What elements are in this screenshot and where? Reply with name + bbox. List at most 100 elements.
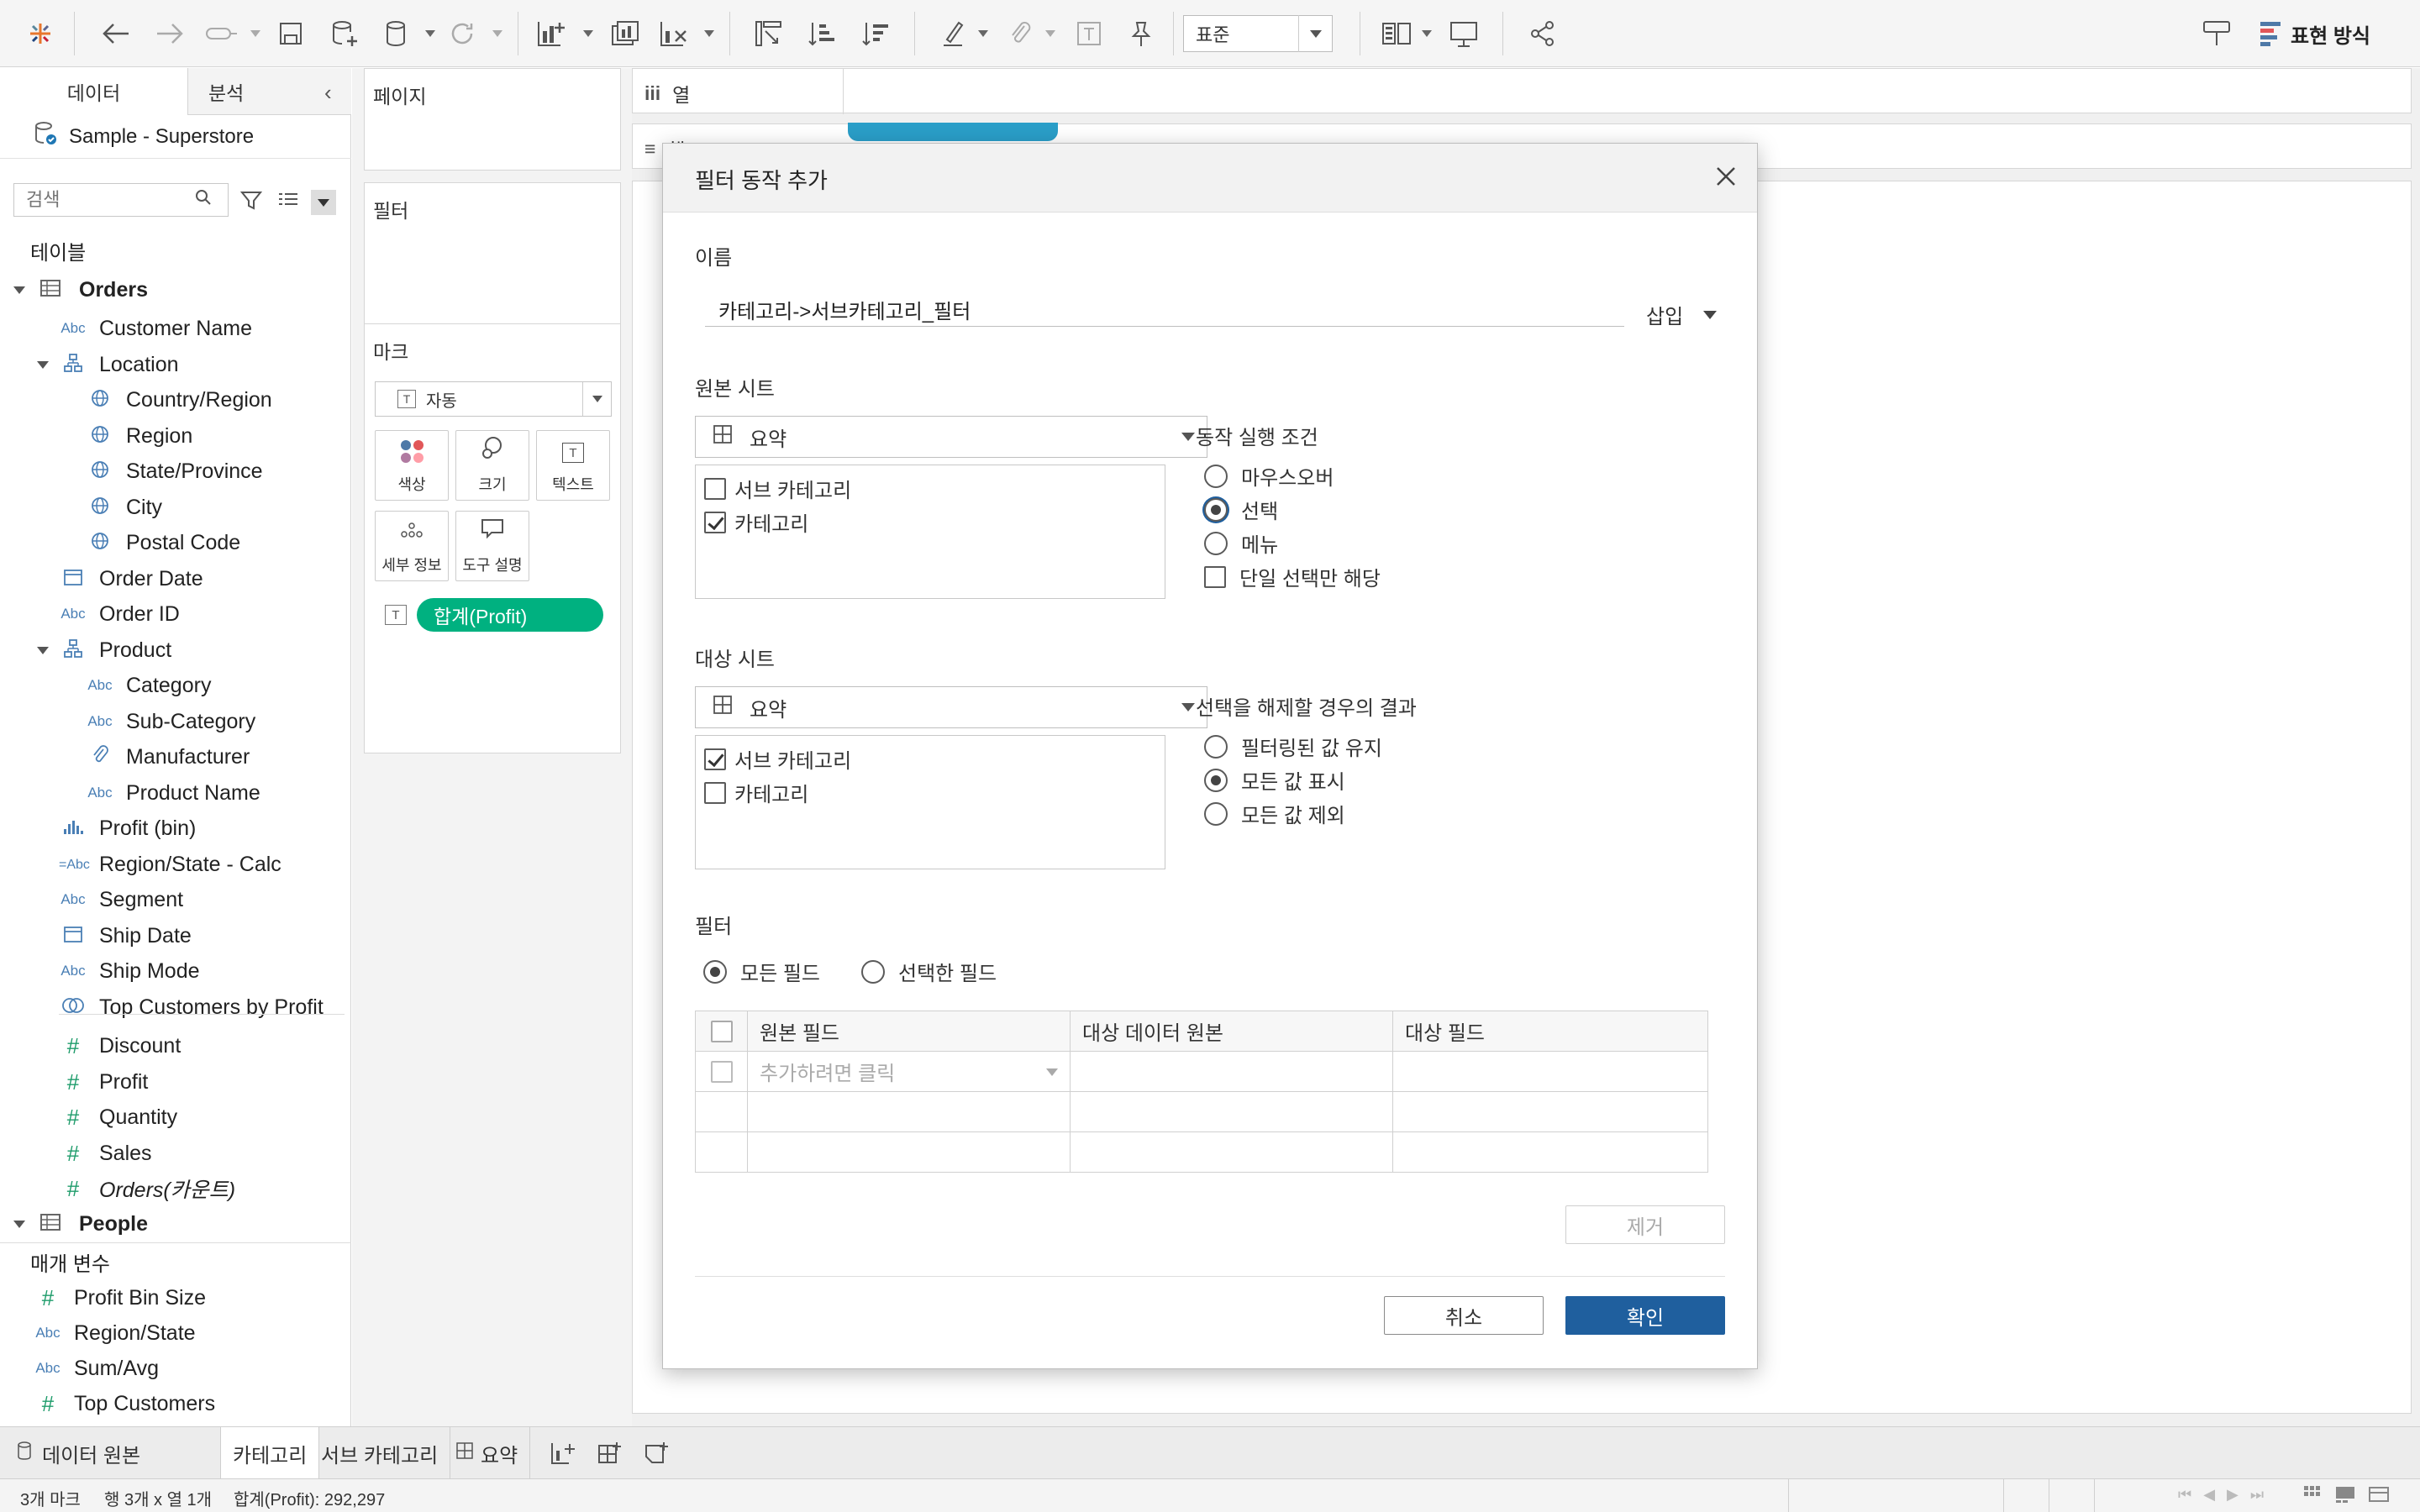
all-fields-radio[interactable]: [703, 959, 727, 984]
sheet-tab-summary[interactable]: 요약: [444, 1427, 531, 1479]
color-mark-button[interactable]: 색상: [375, 430, 449, 501]
detail-mark-button[interactable]: 세부 정보: [375, 511, 449, 581]
field-row[interactable]: Location: [37, 348, 179, 381]
field-row[interactable]: City: [86, 491, 162, 524]
undo-icon[interactable]: [99, 17, 133, 50]
source-sheet-category[interactable]: 카테고리: [704, 507, 808, 537]
field-row[interactable]: # Quantity: [59, 1100, 177, 1134]
parameter-row[interactable]: # Profit Bin Size: [34, 1281, 206, 1315]
field-row[interactable]: Abc Category: [86, 669, 211, 702]
new-story-tab-icon[interactable]: [632, 1427, 682, 1479]
text-mark-button[interactable]: T 텍스트: [536, 430, 610, 501]
rows-pill[interactable]: [848, 123, 1058, 141]
last-sheet-icon[interactable]: ⏭: [2250, 1486, 2264, 1504]
parameter-row[interactable]: Abc Region/State: [34, 1316, 195, 1350]
parameter-row[interactable]: # Top Customers: [34, 1387, 215, 1420]
tab-data-source[interactable]: 데이터 원본: [5, 1427, 215, 1479]
field-row[interactable]: Postal Code: [86, 526, 240, 559]
field-row[interactable]: # Sales: [59, 1137, 152, 1170]
run-on-menu[interactable]: 메뉴: [1204, 528, 1278, 558]
swap-rows-columns-icon[interactable]: [751, 17, 785, 50]
search-field[interactable]: [26, 189, 194, 211]
sort-ascending-icon[interactable]: [805, 17, 839, 50]
field-row[interactable]: Profit (bin): [59, 811, 196, 845]
field-row[interactable]: Abc Order ID: [59, 597, 180, 631]
field-row[interactable]: Region: [86, 419, 192, 453]
row-checkbox[interactable]: [710, 1061, 733, 1084]
remove-button[interactable]: 제거: [1565, 1205, 1725, 1244]
highlight-icon[interactable]: [936, 17, 970, 50]
presentation-icon[interactable]: [1380, 17, 1413, 50]
source-sheets-dropdown[interactable]: 요약: [695, 416, 1207, 458]
group-members-icon[interactable]: [1003, 17, 1037, 50]
field-row[interactable]: Ship Date: [59, 919, 192, 953]
duplicate-sheet-icon[interactable]: [608, 17, 642, 50]
field-row[interactable]: # Discount: [59, 1029, 182, 1063]
target-sheets-dropdown[interactable]: 요약: [695, 686, 1207, 728]
source-subcategory-checkbox[interactable]: [704, 477, 726, 500]
field-row[interactable]: # Orders(카운트): [59, 1172, 235, 1205]
menu-radio[interactable]: [1204, 531, 1228, 555]
tooltip-sign-icon[interactable]: [2200, 17, 2233, 50]
field-row[interactable]: Abc Sub-Category: [86, 705, 255, 738]
source-sheet-subcategory[interactable]: 서브 카테고리: [704, 474, 851, 503]
target-sheet-subcategory[interactable]: 서브 카테고리: [704, 744, 851, 774]
parameter-row[interactable]: Abc Sum/Avg: [34, 1352, 159, 1385]
tableau-logo-icon[interactable]: [24, 17, 57, 50]
size-mark-button[interactable]: 크기: [455, 430, 529, 501]
pin-icon[interactable]: [1124, 17, 1158, 50]
share-icon[interactable]: [1526, 17, 1560, 50]
search-input[interactable]: [13, 183, 229, 217]
run-on-single-select[interactable]: 단일 선택만 해당: [1204, 562, 1381, 591]
columns-shelf[interactable]: iii 열: [632, 68, 2412, 114]
clear-show-all[interactable]: 모든 값 표시: [1204, 765, 1345, 795]
next-sheet-icon[interactable]: ▶: [2227, 1486, 2238, 1504]
new-worksheet-tab-icon[interactable]: [538, 1427, 588, 1479]
run-on-select[interactable]: 선택: [1204, 495, 1278, 524]
datasource-icon[interactable]: [380, 17, 413, 50]
chevron-down-icon[interactable]: [37, 361, 49, 369]
field-row[interactable]: # Profit: [59, 1065, 149, 1099]
profit-pill[interactable]: 합계(Profit): [417, 598, 603, 632]
sheet-tab-subcategory[interactable]: 서브 카테고리: [309, 1427, 451, 1479]
device-preview-icon[interactable]: [1447, 17, 1481, 50]
target-sheet-category[interactable]: 카테고리: [704, 778, 808, 807]
field-row[interactable]: State/Province: [86, 454, 263, 488]
prev-sheet-icon[interactable]: ◀: [2203, 1486, 2215, 1504]
first-sheet-icon[interactable]: ⏮: [2178, 1486, 2191, 1504]
clear-sheet-icon[interactable]: [657, 17, 691, 50]
field-row[interactable]: Country/Region: [86, 383, 272, 417]
datasource-row[interactable]: Sample - Superstore: [0, 115, 351, 159]
sheet-tab-category[interactable]: 카테고리: [220, 1427, 320, 1479]
single-select-checkbox[interactable]: [1204, 565, 1226, 588]
new-worksheet-icon[interactable]: [534, 17, 568, 50]
field-row[interactable]: Top Customers by Profit: [59, 990, 324, 1024]
new-datasource-icon[interactable]: [328, 17, 361, 50]
redo-icon[interactable]: [153, 17, 187, 50]
collapse-pane-icon[interactable]: ‹: [324, 80, 332, 106]
show-all-radio[interactable]: [1204, 768, 1228, 792]
selected-fields-radio[interactable]: [861, 959, 885, 984]
filter-selected-fields[interactable]: 선택한 필드: [861, 957, 997, 986]
show-me-button[interactable]: 표현 방식: [2260, 17, 2370, 50]
filter-all-fields[interactable]: 모든 필드: [703, 957, 820, 986]
filter-icon[interactable]: [239, 190, 263, 218]
clear-exclude-all[interactable]: 모든 값 제외: [1204, 799, 1345, 828]
save-icon[interactable]: [274, 17, 308, 50]
ok-button[interactable]: 확인: [1565, 1296, 1725, 1335]
fit-select[interactable]: 표준: [1183, 15, 1333, 52]
select-radio[interactable]: [1204, 497, 1228, 522]
field-row[interactable]: Product: [37, 633, 171, 667]
target-subcategory-checkbox[interactable]: [704, 748, 726, 770]
hover-radio[interactable]: [1204, 464, 1228, 488]
field-row[interactable]: Manufacturer: [86, 740, 250, 774]
view-list-icon[interactable]: [277, 191, 299, 217]
insert-dropdown[interactable]: 삽입: [1646, 300, 1718, 329]
keep-filtered-radio[interactable]: [1204, 734, 1228, 759]
grid-view-icon[interactable]: [2302, 1484, 2323, 1509]
tabs-view-icon[interactable]: [2368, 1484, 2390, 1509]
table-people[interactable]: People: [0, 1207, 148, 1241]
source-category-checkbox[interactable]: [704, 511, 726, 533]
view-options-dropdown[interactable]: [311, 190, 336, 215]
show-mark-labels-icon[interactable]: [1072, 17, 1106, 50]
